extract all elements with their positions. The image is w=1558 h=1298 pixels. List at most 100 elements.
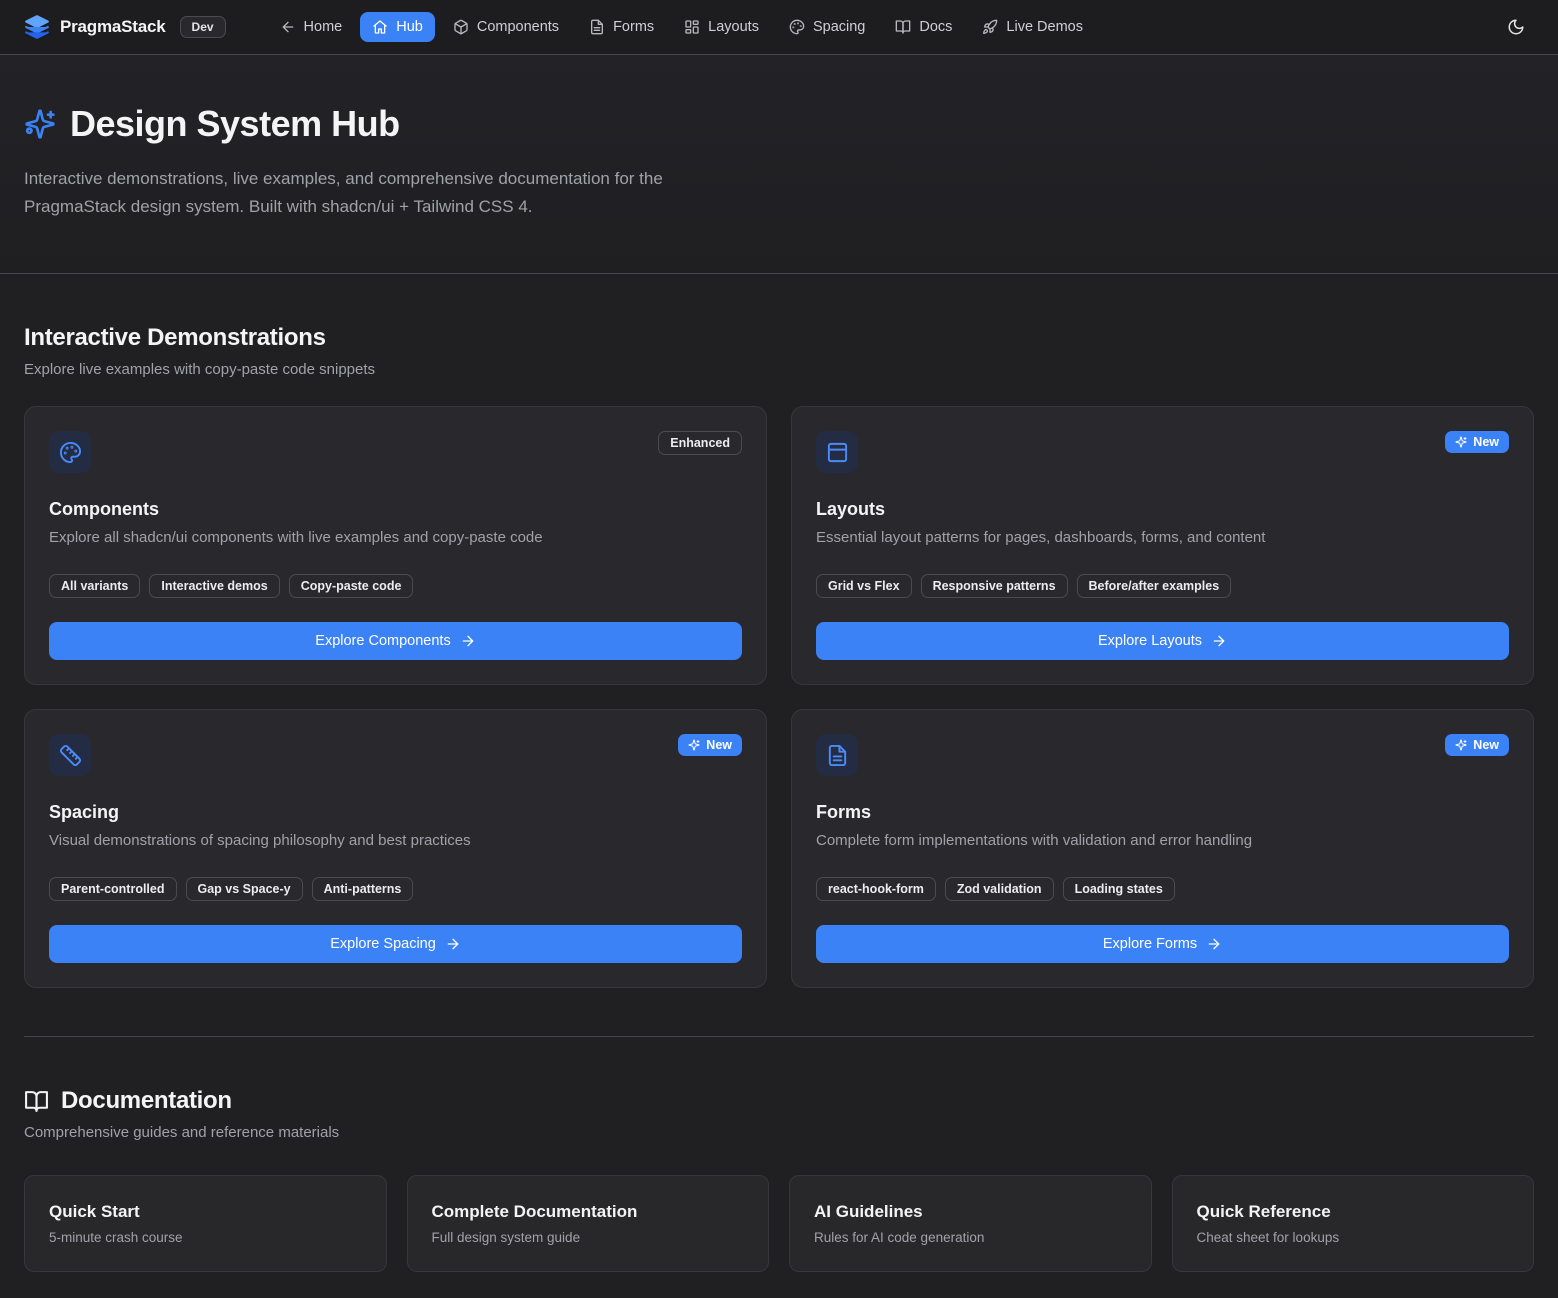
nav-item-spacing[interactable]: Spacing (777, 12, 877, 42)
top-navbar: PragmaStack Dev Home Hub Components Form (0, 0, 1558, 55)
nav-item-layouts[interactable]: Layouts (672, 12, 771, 42)
tag: react-hook-form (816, 877, 936, 901)
nav-item-hub[interactable]: Hub (360, 12, 435, 42)
nav-item-live-demos[interactable]: Live Demos (970, 12, 1095, 42)
sparkles-icon (688, 739, 700, 751)
card-title: Forms (816, 802, 1509, 823)
enhanced-badge: Enhanced (658, 431, 742, 455)
doc-description: Full design system guide (432, 1230, 745, 1245)
page-title: Design System Hub (70, 103, 400, 145)
tag-row: Grid vs Flex Responsive patterns Before/… (816, 574, 1509, 598)
doc-description: Cheat sheet for lookups (1197, 1230, 1510, 1245)
brand-name: PragmaStack (60, 17, 166, 37)
doc-description: Rules for AI code generation (814, 1230, 1127, 1245)
doc-card-complete-documentation[interactable]: Complete Documentation Full design syste… (407, 1175, 770, 1272)
nav-item-forms[interactable]: Forms (577, 12, 666, 42)
brand[interactable]: PragmaStack (24, 14, 166, 40)
sparkles-icon (1455, 436, 1467, 448)
nav-label: Spacing (813, 19, 865, 35)
doc-card-quick-reference[interactable]: Quick Reference Cheat sheet for lookups (1172, 1175, 1535, 1272)
button-label: Explore Spacing (330, 936, 436, 952)
tag: Loading states (1063, 877, 1175, 901)
card-description: Essential layout patterns for pages, das… (816, 529, 1509, 546)
layout-dashboard-icon (684, 19, 700, 35)
explore-spacing-button[interactable]: Explore Spacing (49, 925, 742, 963)
tag: Parent-controlled (49, 877, 177, 901)
hero-section: Design System Hub Interactive demonstrat… (0, 55, 1558, 274)
arrow-right-icon (1211, 633, 1227, 649)
tag: Responsive patterns (921, 574, 1068, 598)
explore-layouts-button[interactable]: Explore Layouts (816, 622, 1509, 660)
demos-heading: Interactive Demonstrations (24, 324, 1534, 352)
panel-top-icon (816, 431, 858, 473)
book-open-icon (895, 19, 911, 35)
nav-item-components[interactable]: Components (441, 12, 571, 42)
nav-item-docs[interactable]: Docs (883, 12, 964, 42)
badge-label: New (706, 738, 732, 752)
card-title: Layouts (816, 499, 1509, 520)
palette-icon (789, 19, 805, 35)
tag-row: react-hook-form Zod validation Loading s… (816, 877, 1509, 901)
button-label: Explore Forms (1103, 936, 1197, 952)
tag: Zod validation (945, 877, 1054, 901)
arrow-right-icon (460, 633, 476, 649)
new-badge: New (678, 734, 742, 756)
demo-card-layouts: New Layouts Essential layout patterns fo… (791, 406, 1534, 685)
sparkles-icon (1455, 739, 1467, 751)
button-label: Explore Components (315, 633, 450, 649)
palette-icon (49, 431, 91, 473)
ruler-icon (49, 734, 91, 776)
main-content: Interactive Demonstrations Explore live … (0, 324, 1558, 1298)
layers-icon (24, 14, 50, 40)
arrow-left-icon (280, 19, 296, 35)
card-title: Components (49, 499, 742, 520)
env-badge: Dev (180, 16, 226, 38)
doc-title: AI Guidelines (814, 1202, 1127, 1222)
doc-card-quick-start[interactable]: Quick Start 5-minute crash course (24, 1175, 387, 1272)
badge-label: New (1473, 738, 1499, 752)
documentation-heading: Documentation (24, 1087, 1534, 1115)
tag: Interactive demos (149, 574, 279, 598)
doc-card-grid: Quick Start 5-minute crash course Comple… (24, 1175, 1534, 1272)
explore-components-button[interactable]: Explore Components (49, 622, 742, 660)
tag-row: All variants Interactive demos Copy-past… (49, 574, 742, 598)
tag: Grid vs Flex (816, 574, 912, 598)
book-open-icon (24, 1089, 49, 1114)
demo-card-spacing: New Spacing Visual demonstrations of spa… (24, 709, 767, 988)
new-badge: New (1445, 431, 1509, 453)
demo-card-components: Enhanced Components Explore all shadcn/u… (24, 406, 767, 685)
explore-forms-button[interactable]: Explore Forms (816, 925, 1509, 963)
tag: Gap vs Space-y (186, 877, 303, 901)
file-text-icon (589, 19, 605, 35)
nav-label: Live Demos (1006, 19, 1083, 35)
nav-label: Hub (396, 19, 423, 35)
nav-label: Components (477, 19, 559, 35)
card-description: Visual demonstrations of spacing philoso… (49, 832, 742, 849)
nav-item-home[interactable]: Home (268, 12, 355, 42)
doc-title: Complete Documentation (432, 1202, 745, 1222)
demo-card-grid: Enhanced Components Explore all shadcn/u… (24, 406, 1534, 988)
card-title: Spacing (49, 802, 742, 823)
nav-label: Layouts (708, 19, 759, 35)
arrow-right-icon (445, 936, 461, 952)
documentation-heading-label: Documentation (61, 1087, 232, 1115)
main-nav: Home Hub Components Forms Layouts (268, 12, 1095, 42)
moon-icon (1507, 18, 1525, 36)
doc-title: Quick Start (49, 1202, 362, 1222)
rocket-icon (982, 19, 998, 35)
tag: All variants (49, 574, 140, 598)
theme-toggle-button[interactable] (1498, 9, 1534, 45)
doc-title: Quick Reference (1197, 1202, 1510, 1222)
badge-label: New (1473, 435, 1499, 449)
nav-label: Home (304, 19, 343, 35)
doc-description: 5-minute crash course (49, 1230, 362, 1245)
section-divider (24, 1036, 1534, 1037)
sparkles-icon (24, 108, 56, 140)
page-description: Interactive demonstrations, live example… (24, 165, 769, 221)
nav-label: Forms (613, 19, 654, 35)
tag-row: Parent-controlled Gap vs Space-y Anti-pa… (49, 877, 742, 901)
tag: Anti-patterns (312, 877, 414, 901)
file-text-icon (816, 734, 858, 776)
new-badge: New (1445, 734, 1509, 756)
doc-card-ai-guidelines[interactable]: AI Guidelines Rules for AI code generati… (789, 1175, 1152, 1272)
